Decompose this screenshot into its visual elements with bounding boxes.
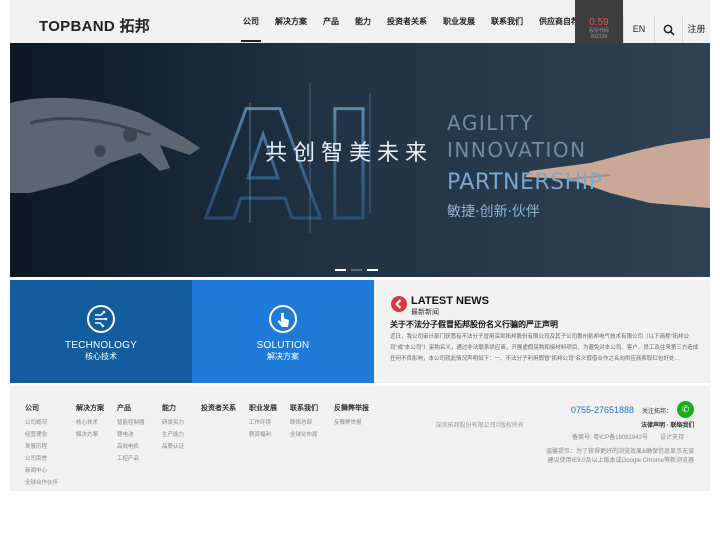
footer-link[interactable]: 核心技术 xyxy=(76,417,104,429)
search-icon xyxy=(663,24,675,36)
circuit-icon xyxy=(87,305,115,333)
news-section-subtitle: 最新新闻 xyxy=(411,309,439,316)
footer-link[interactable]: 生产能力 xyxy=(162,429,184,441)
footer-link[interactable]: 新闻中心 xyxy=(25,465,58,477)
browser-hint: 温馨提示：为了获得更好的浏览效果&确保信息显示无误 建议使用IE9.0及以上版本… xyxy=(546,448,694,466)
technology-tile[interactable]: TECHNOLOGY 核心技术 xyxy=(10,280,192,383)
hero-cn-slogan: 共创智美未来 xyxy=(265,141,433,166)
footer-link[interactable]: 联络总部 xyxy=(290,417,318,429)
technology-tile-subtitle: 核心技术 xyxy=(85,352,117,361)
slider-dot[interactable] xyxy=(335,269,346,271)
language-button[interactable]: EN xyxy=(623,16,654,43)
footer-link[interactable]: 薪资福利 xyxy=(249,429,277,441)
footer-link[interactable]: 发展历程 xyxy=(25,441,58,453)
solution-tile-subtitle: 解决方案 xyxy=(267,352,299,361)
follow-label: 关注拓邦： xyxy=(642,409,673,415)
nav-item-company[interactable]: 公司 xyxy=(235,0,267,43)
footer-link[interactable]: 解决方案 xyxy=(76,429,104,441)
hero-en-line-1: AGILITY xyxy=(447,111,534,135)
browser-hint-line-2: 建议使用IE9.0及以上版本或Google Chrome等新浏览器 xyxy=(547,458,694,464)
contact-phone[interactable]: 0755-27651888 xyxy=(571,405,634,415)
search-button[interactable] xyxy=(654,16,682,43)
footer-column-head[interactable]: 公司 xyxy=(25,403,58,413)
main-nav: 公司 解决方案 产品 能力 投资者关系 职业发展 联系我们 供应商自荐 xyxy=(235,0,587,43)
stock-code: 002139 xyxy=(590,34,608,40)
news-excerpt: 近日，我公司审计部门获悉有不法分子冒用深圳拓邦股份有限公司及其子公司惠州拓邦电气… xyxy=(390,334,699,362)
footer-column-head[interactable]: 产品 xyxy=(117,403,145,413)
footer-column-head[interactable]: 投资者关系 xyxy=(201,403,236,413)
nav-item-capability[interactable]: 能力 xyxy=(347,0,379,43)
footer-column-head[interactable]: 联系我们 xyxy=(290,403,318,413)
footer-link[interactable]: 反舞弊举报 xyxy=(334,417,369,429)
copyright-text: 深圳拓邦股份有限公司©版权所有 xyxy=(435,423,524,429)
hero-illustration: AI 共创智美未来 AGILITY INNOVATION PARTNERSHIP… xyxy=(10,43,710,277)
register-button[interactable]: 注册 xyxy=(682,16,710,43)
footer-column-anti-fraud: 反舞弊举报 反舞弊举报 xyxy=(334,403,369,429)
hero-banner[interactable]: AI 共创智美未来 AGILITY INNOVATION PARTNERSHIP… xyxy=(10,43,710,277)
wechat-icon[interactable]: ✆ xyxy=(677,401,694,418)
footer-link[interactable]: 高效电机 xyxy=(117,441,145,453)
footer-link[interactable]: 公司概况 xyxy=(25,417,58,429)
footer-link[interactable]: 工作环境 xyxy=(249,417,277,429)
footer-column-head[interactable]: 能力 xyxy=(162,403,184,413)
browser-hint-line-1: 温馨提示：为了获得更好的浏览效果&确保信息显示无误 xyxy=(545,449,694,455)
nav-item-products[interactable]: 产品 xyxy=(315,0,347,43)
footer-column-head[interactable]: 解决方案 xyxy=(76,403,104,413)
slider-dots xyxy=(335,269,378,271)
hero-cn-tagline: 敏捷·创新·伙伴 xyxy=(447,204,540,220)
legal-links[interactable]: 法律声明 · 联络我们 xyxy=(641,420,694,429)
hero-en-line-2: INNOVATION xyxy=(447,138,587,162)
nav-item-solutions[interactable]: 解决方案 xyxy=(267,0,315,43)
footer-link[interactable]: 研发实力 xyxy=(162,417,184,429)
site-header: TOPBAND 拓邦 公司 解决方案 产品 能力 投资者关系 职业发展 联系我们… xyxy=(10,0,710,43)
footer-link[interactable]: 智能控制器 xyxy=(117,417,145,429)
slider-dot[interactable] xyxy=(351,269,362,271)
stock-value: 0.59 xyxy=(589,17,609,28)
footer-column-contact: 联系我们 联络总部 全球化布局 xyxy=(290,403,318,441)
footer-column-company: 公司 公司概况 经营理念 发展历程 公司荣誉 新闻中心 全球合作伙伴 xyxy=(25,403,58,489)
footer-column-head[interactable]: 职业发展 xyxy=(249,403,277,413)
solution-tile-title: SOLUTION xyxy=(256,340,310,351)
design-credit[interactable]: 设计支持 xyxy=(660,432,684,441)
footer-column-careers: 职业发展 工作环境 薪资福利 xyxy=(249,403,277,441)
footer-column-products: 产品 智能控制器 锂电池 高效电机 工控产品 xyxy=(117,403,145,465)
nav-item-careers[interactable]: 职业发展 xyxy=(435,0,483,43)
news-headline[interactable]: 关于不法分子假冒拓邦股份名义行骗的严正声明 xyxy=(390,319,558,330)
technology-tile-title: TECHNOLOGY xyxy=(64,340,137,351)
footer-link[interactable]: 全球合作伙伴 xyxy=(25,477,58,489)
icp-number[interactable]: 备案号: 粤ICP备18081842号 xyxy=(572,432,648,441)
site-logo[interactable]: TOPBAND 拓邦 xyxy=(39,15,150,36)
footer-column-investors: 投资者关系 xyxy=(201,403,236,417)
footer-column-head[interactable]: 反舞弊举报 xyxy=(334,403,369,413)
footer-column-solutions: 解决方案 核心技术 解决方案 xyxy=(76,403,104,441)
footer-link[interactable]: 工控产品 xyxy=(117,453,145,465)
stock-widget[interactable]: 0.59 股票代码 002139 xyxy=(575,0,623,43)
site-footer: 公司 公司概况 经营理念 发展历程 公司荣誉 新闻中心 全球合作伙伴 解决方案 … xyxy=(10,386,710,491)
news-arrow-icon[interactable] xyxy=(391,296,407,312)
nav-item-contact[interactable]: 联系我们 xyxy=(483,0,531,43)
footer-link[interactable]: 品质认证 xyxy=(162,441,184,453)
hero-big-letters: AI xyxy=(205,80,377,254)
solution-tile[interactable]: SOLUTION 解决方案 xyxy=(192,280,374,383)
footer-link[interactable]: 经营理念 xyxy=(25,429,58,441)
footer-link[interactable]: 公司荣誉 xyxy=(25,453,58,465)
hero-en-line-3: PARTNERSHIP xyxy=(447,170,602,195)
slider-dot[interactable] xyxy=(367,269,378,271)
news-section-title: LATEST NEWS xyxy=(411,295,490,307)
footer-link[interactable]: 锂电池 xyxy=(117,429,145,441)
footer-column-capability: 能力 研发实力 生产能力 品质认证 xyxy=(162,403,184,453)
latest-news-panel: LATEST NEWS 最新新闻 关于不法分子假冒拓邦股份名义行骗的严正声明 近… xyxy=(374,280,710,383)
footer-link[interactable]: 全球化布局 xyxy=(290,429,318,441)
page: TOPBAND 拓邦 公司 解决方案 产品 能力 投资者关系 职业发展 联系我们… xyxy=(10,0,710,540)
nav-item-investors[interactable]: 投资者关系 xyxy=(379,0,435,43)
pointer-hand-icon xyxy=(269,305,297,333)
